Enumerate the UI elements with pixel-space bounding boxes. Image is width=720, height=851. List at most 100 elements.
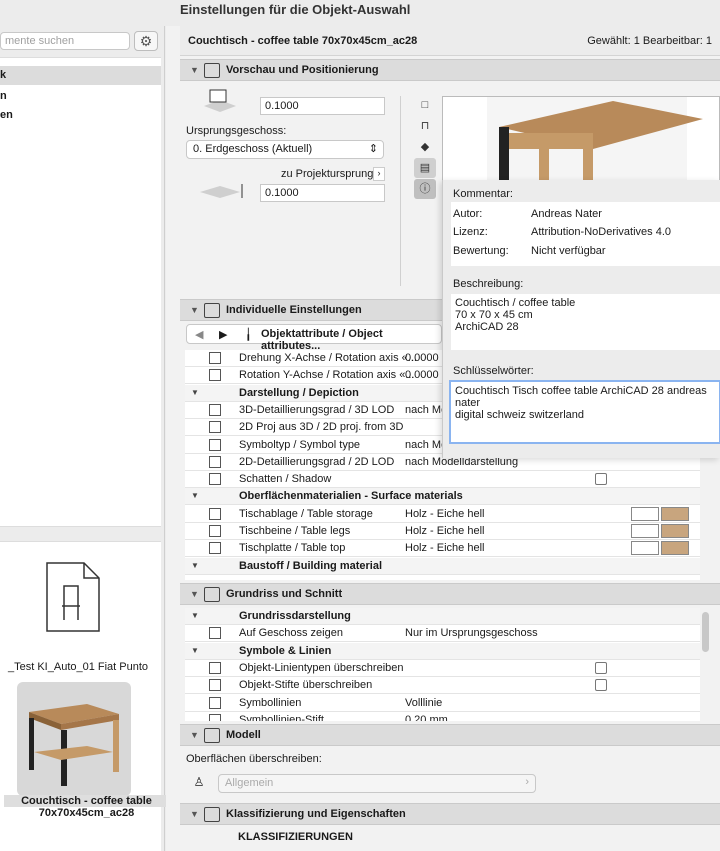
selected-item-label-2: 70x70x45cm_ac28 <box>38 807 135 819</box>
group-row[interactable]: ▼ Grundrissdarstellung <box>185 608 700 625</box>
tree-item[interactable]: n <box>0 87 161 106</box>
description-line: ArchiCAD 28 <box>455 321 519 333</box>
brush-icon[interactable]: ♙ <box>190 775 208 793</box>
triangle-down-icon: ▼ <box>191 387 199 397</box>
info-popover: Kommentar: Autor: Andreas Nater Lizenz: … <box>442 180 720 458</box>
parameter-icon <box>209 627 221 640</box>
parameter-icon <box>209 713 221 721</box>
row-value: 0.20 mm <box>405 713 448 721</box>
divider <box>400 96 401 286</box>
model-icon <box>204 728 220 743</box>
description-line: Couchtisch / coffee table <box>455 297 576 309</box>
keywords-line: Couchtisch Tisch coffee table ArchiCAD 2… <box>455 385 707 409</box>
group-row[interactable]: ▼ Symbole & Linien <box>185 642 700 660</box>
selected-thumbnail[interactable] <box>17 682 131 796</box>
scrollbar[interactable] <box>702 612 709 652</box>
section-floorplan[interactable]: ▼ Grundriss und Schnitt <box>180 583 720 605</box>
elevation-icon <box>204 89 236 112</box>
material-swatch[interactable] <box>661 506 689 521</box>
surface-select[interactable]: Allgemein › <box>218 774 536 793</box>
triangle-down-icon: ▼ <box>190 305 199 315</box>
material-swatch[interactable] <box>631 541 659 556</box>
floorplan-list: ▼ Grundrissdarstellung Auf Geschoss zeigen… <box>185 608 700 721</box>
row-label: Baustoff / Building material <box>239 559 383 572</box>
material-swatch[interactable] <box>661 541 689 556</box>
triangle-down-icon: ▼ <box>190 65 199 75</box>
gear-icon[interactable]: ⚙ <box>134 31 158 51</box>
rating-value: Nicht verfügbar <box>531 245 606 257</box>
project-origin-field[interactable]: 0.1000 <box>260 184 385 202</box>
next-page-icon[interactable]: ▶ <box>219 328 227 341</box>
section-view-icon[interactable]: ▤ <box>414 158 436 178</box>
row-label: Darstellung / Depiction <box>239 386 359 399</box>
prev-page-icon[interactable]: ◀ <box>195 328 203 341</box>
library-tree: k n en <box>0 57 161 527</box>
material-swatch[interactable] <box>661 524 689 538</box>
param-row[interactable]: Auf Geschoss zeigen Nur im Ursprungsgesch… <box>185 625 700 643</box>
param-row[interactable]: Schatten / Shadow <box>185 471 700 489</box>
parameter-icon <box>209 403 221 416</box>
tree-item[interactable]: en <box>0 106 161 125</box>
rating-label: Bewertung: <box>453 245 509 257</box>
parameter-icon <box>209 369 221 382</box>
row-label: Symbole & Linien <box>239 644 332 657</box>
comment-box[interactable]: Autor: Andreas Nater Lizenz: Attribution… <box>451 202 720 266</box>
home-story-select[interactable]: 0. Erdgeschoss (Aktuell) ⇕ <box>186 140 384 159</box>
param-row[interactable]: Objekt-Linientypen überschreiben <box>185 660 700 677</box>
row-label: Rotation Y-Achse / Rotation axis «... <box>239 369 415 382</box>
elevation-field[interactable]: 0.1000 <box>260 97 385 115</box>
row-label: Schatten / Shadow <box>239 473 332 486</box>
classification-icon <box>204 807 220 822</box>
object-preview <box>442 96 720 187</box>
description-line: 70 x 70 x 45 cm <box>455 309 533 321</box>
checkbox[interactable] <box>595 679 607 692</box>
row-label: Objekt-Stifte überschreiben <box>239 679 373 692</box>
row-label: 2D-Detaillierungsgrad / 2D LOD <box>239 455 395 468</box>
preview-positioning-icon <box>204 63 220 78</box>
square-view-icon[interactable]: □ <box>414 95 436 115</box>
group-row[interactable]: ▼ Baustoff / Building material <box>185 557 700 575</box>
triangle-down-icon: ▼ <box>191 560 199 570</box>
updown-chevron-icon: ⇕ <box>368 143 378 155</box>
param-row[interactable]: Tischplatte / Table top Holz - Eiche hell <box>185 540 700 558</box>
checkbox[interactable] <box>595 661 607 674</box>
row-label: Tischbeine / Table legs <box>239 525 351 537</box>
group-row[interactable]: ▼ Oberflächenmaterialien - Surface materi… <box>185 488 700 506</box>
param-row[interactable]: Symbollinien-Stift 0.20 mm <box>185 712 700 721</box>
license-label: Lizenz: <box>453 226 488 238</box>
chevron-right-icon[interactable]: › <box>373 167 385 181</box>
description-box[interactable]: Couchtisch / coffee table 70 x 70 x 45 c… <box>451 294 720 350</box>
tree-item[interactable]: k <box>0 66 161 85</box>
keywords-box[interactable]: Couchtisch Tisch coffee table ArchiCAD 2… <box>449 380 720 444</box>
3d-view-icon[interactable]: ◆ <box>414 137 436 157</box>
checkbox[interactable] <box>595 473 607 486</box>
section-preview[interactable]: ▼ Vorschau und Positionierung <box>180 59 720 81</box>
page-name[interactable]: Objektattribute / Object attributes... <box>261 328 441 352</box>
triangle-down-icon: ▼ <box>191 645 199 655</box>
row-value: Holz - Eiche hell <box>405 507 485 520</box>
row-label: 2D Proj aus 3D / 2D proj. from 3D <box>239 421 404 434</box>
param-row[interactable]: Symbollinien Volllinie <box>185 695 700 712</box>
row-value: 0.0000 <box>405 369 439 382</box>
parameter-icon <box>209 542 221 555</box>
material-swatch[interactable] <box>631 506 659 521</box>
triangle-down-icon: ▼ <box>190 730 199 740</box>
page-nav: ◀ ▶ ╽ Objektattribute / Object attribute… <box>186 324 442 352</box>
param-row[interactable]: Tischablage / Table storage Holz - Eiche … <box>185 506 700 523</box>
row-label: Symbollinien-Stift <box>239 713 324 721</box>
section-classification[interactable]: ▼ Klassifizierung und Eigenschaften <box>180 803 720 825</box>
license-value: Attribution-NoDerivatives 4.0 <box>531 226 672 238</box>
library-item-label[interactable]: _Test KI_Auto_01 Fiat Punto <box>8 661 158 673</box>
material-swatch[interactable] <box>631 524 659 538</box>
param-row[interactable]: Tischbeine / Table legs Holz - Eiche hell <box>185 523 700 540</box>
row-label: Objekt-Linientypen überschreiben <box>239 661 404 674</box>
row-value: Holz - Eiche hell <box>405 525 485 537</box>
section-model[interactable]: ▼ Modell <box>180 724 720 746</box>
triangle-down-icon: ▼ <box>191 611 199 620</box>
library-search-input[interactable]: mente suchen <box>0 32 130 50</box>
param-row[interactable]: Objekt-Stifte überschreiben <box>185 677 700 695</box>
selected-item-label: Couchtisch - coffee table <box>4 795 169 807</box>
library-preview-pane: _Test KI_Auto_01 Fiat Punto Couchtisch -… <box>0 541 169 851</box>
plan-view-icon[interactable]: ⊓ <box>414 116 436 136</box>
info-icon[interactable]: ⓘ <box>414 179 436 199</box>
